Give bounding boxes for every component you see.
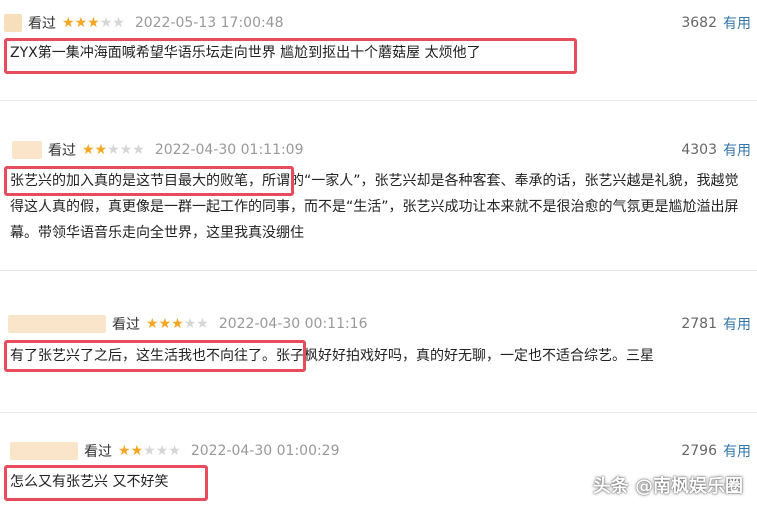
review-status: 看过	[28, 16, 56, 32]
review-text: 张艺兴的加入真的是这节目最大的败笔，所谓的“一家人”，张艺兴却是各种客套、奉承的…	[10, 173, 739, 241]
star-empty-icon: ★	[143, 443, 156, 459]
star-filled-icon: ★	[87, 15, 100, 31]
star-filled-icon: ★	[171, 316, 184, 332]
review-text: ZYX第一集冲海面喊希望华语乐坛走向世界 尴尬到抠出十个蘑菇屋 太烦他了	[10, 45, 481, 61]
star-filled-icon: ★	[82, 142, 95, 158]
review-status: 看过	[48, 143, 76, 159]
star-empty-icon: ★	[132, 142, 145, 158]
star-filled-icon: ★	[62, 15, 75, 31]
review-meta: 看过 ★★★★★ 2022-04-30 00:11:16	[8, 313, 368, 335]
review-time: 2022-04-30 00:11:16	[218, 316, 368, 332]
review-text: 有了张艺兴了之后，这生活我也不向往了。张子枫好好拍戏好吗，真的好无聊，一定也不适…	[10, 348, 654, 364]
useful-link[interactable]: 有用	[723, 314, 751, 334]
useful-link[interactable]: 有用	[723, 441, 751, 461]
watermark: 头条 @南枫娱乐圈	[592, 476, 743, 497]
star-filled-icon: ★	[118, 443, 131, 459]
review-time: 2022-04-30 01:00:29	[190, 443, 340, 459]
vote-area: 4303 有用	[681, 139, 751, 161]
useful-link[interactable]: 有用	[723, 140, 751, 160]
review-time: 2022-05-13 17:00:48	[134, 15, 284, 31]
divider	[0, 100, 757, 101]
rating-stars: ★★★★★	[146, 316, 209, 332]
star-filled-icon: ★	[130, 443, 144, 459]
blurred-username	[4, 14, 22, 32]
star-empty-icon: ★	[119, 142, 133, 158]
blurred-username	[10, 442, 78, 460]
review-meta: 看过 ★★★★★ 2022-04-30 01:00:29	[10, 440, 340, 462]
review-meta: 看过 ★★★★★ 2022-05-13 17:00:48	[4, 12, 284, 34]
star-empty-icon: ★	[183, 316, 197, 332]
review-status: 看过	[84, 444, 112, 460]
vote-area: 2781 有用	[681, 313, 751, 335]
vote-count: 4303	[681, 142, 717, 158]
divider	[0, 412, 757, 413]
rating-stars: ★★★★★	[62, 15, 125, 31]
star-empty-icon: ★	[107, 142, 120, 158]
vote-count: 3682	[681, 15, 717, 31]
rating-stars: ★★★★★	[118, 443, 181, 459]
star-filled-icon: ★	[74, 15, 88, 31]
vote-area: 3682 有用	[681, 12, 751, 34]
vote-count: 2781	[681, 316, 717, 332]
star-filled-icon: ★	[158, 316, 172, 332]
star-empty-icon: ★	[99, 15, 113, 31]
blurred-username	[12, 141, 42, 159]
star-filled-icon: ★	[94, 142, 108, 158]
star-empty-icon: ★	[112, 15, 125, 31]
useful-link[interactable]: 有用	[723, 13, 751, 33]
blurred-username	[8, 315, 106, 333]
star-empty-icon: ★	[155, 443, 169, 459]
vote-area: 2796 有用	[681, 440, 751, 462]
review-status: 看过	[112, 317, 140, 333]
vote-count: 2796	[681, 443, 717, 459]
star-empty-icon: ★	[196, 316, 209, 332]
divider	[0, 270, 757, 271]
review-time: 2022-04-30 01:11:09	[154, 142, 304, 158]
star-empty-icon: ★	[168, 443, 181, 459]
review-meta: 看过 ★★★★★ 2022-04-30 01:11:09	[12, 139, 304, 161]
star-filled-icon: ★	[146, 316, 159, 332]
rating-stars: ★★★★★	[82, 142, 145, 158]
